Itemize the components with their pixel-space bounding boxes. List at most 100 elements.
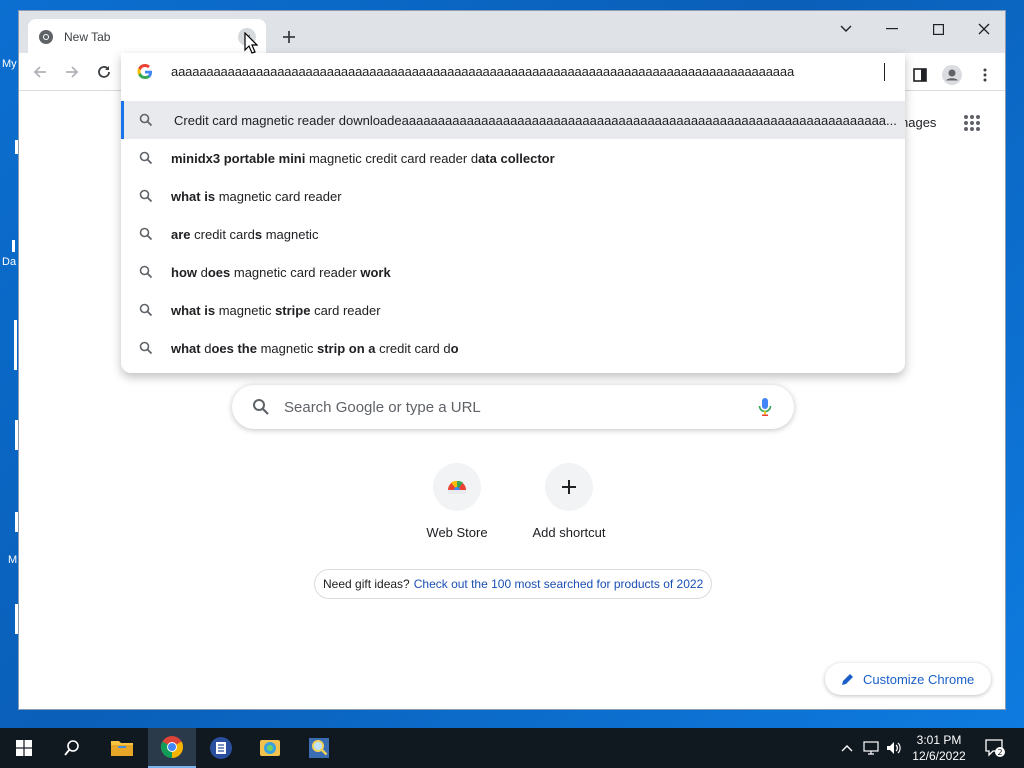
taskbar: 3:01 PM 12/6/2022 2 — [0, 728, 1024, 768]
chrome-icon — [161, 736, 183, 758]
promo-link[interactable]: Check out the 100 most searched for prod… — [414, 577, 704, 591]
title-bar: New Tab × — [19, 11, 1007, 55]
mouse-cursor-icon — [244, 32, 258, 54]
suggestion-text-part: oes the — [211, 340, 257, 356]
desktop-icon-edge — [12, 240, 15, 252]
forward-icon — [66, 66, 79, 78]
maximize-icon — [932, 23, 944, 35]
shortcut-label: Add shortcut — [532, 525, 606, 540]
omnibox-dropdown: aaaaaaaaaaaaaaaaaaaaaaaaaaaaaaaaaaaaaaaa… — [121, 53, 905, 373]
back-button[interactable] — [27, 59, 53, 85]
images-link[interactable]: nages — [901, 115, 936, 130]
suggestion-text-part: strip on a — [316, 340, 376, 356]
omnibox-suggestion[interactable]: what does the magnetic strip on a credit… — [121, 329, 905, 367]
maximize-button[interactable] — [915, 15, 961, 43]
customize-chrome-button[interactable]: Customize Chrome — [825, 663, 991, 695]
volume-button[interactable] — [884, 728, 904, 768]
omnibox-suggestion[interactable]: what is magnetic stripe card reader — [121, 291, 905, 329]
reload-button[interactable] — [91, 59, 117, 85]
ntp-search-box[interactable]: Search Google or type a URL — [232, 385, 794, 429]
minimize-button[interactable] — [869, 15, 915, 43]
address-bar[interactable]: aaaaaaaaaaaaaaaaaaaaaaaaaaaaaaaaaaaaaaaa… — [121, 53, 905, 91]
google-icon — [137, 64, 152, 79]
promo-text: Need gift ideas? — [323, 577, 410, 591]
tab-search-button[interactable] — [823, 15, 869, 43]
network-icon — [863, 741, 879, 755]
start-button[interactable] — [0, 728, 48, 768]
suggestion-text-part: o — [450, 340, 459, 356]
promo-chip[interactable]: Need gift ideas? Check out the 100 most … — [314, 569, 713, 599]
taskbar-file-explorer[interactable] — [98, 728, 146, 768]
notification-center-button[interactable]: 2 — [980, 728, 1010, 768]
omnibox-suggestion[interactable]: Credit card magnetic reader downloadeaaa… — [121, 101, 905, 139]
suggestion-text-part: card reader — [310, 302, 381, 318]
suggestion-text: what does the magnetic strip on a credit… — [171, 341, 895, 356]
apps-icon[interactable] — [963, 114, 981, 132]
suggestion-text-part: how — [171, 264, 197, 280]
suggestion-text-part: magnetic card reader — [215, 188, 342, 204]
suggestion-text-part: s — [254, 226, 263, 242]
notification-count: 2 — [997, 748, 1002, 757]
desktop-label: My — [2, 58, 17, 70]
omnibox-suggestion[interactable]: minidx3 portable mini magnetic credit ca… — [121, 139, 905, 177]
show-hidden-icons-button[interactable] — [838, 728, 856, 768]
search-icon — [64, 740, 79, 756]
clock-date: 12/6/2022 — [912, 749, 966, 763]
shortcut-label: Web Store — [426, 525, 488, 540]
network-button[interactable] — [860, 728, 882, 768]
suggestion-text: what is magnetic stripe card reader — [171, 303, 895, 318]
close-icon — [978, 23, 990, 35]
side-panel-icon — [913, 68, 927, 82]
taskbar-app[interactable] — [197, 728, 245, 768]
suggestion-text-part: credit card — [190, 226, 255, 242]
taskbar-control-panel[interactable] — [246, 728, 294, 768]
suggestion-text-part: magnetic — [256, 340, 317, 356]
omnibox-suggestion[interactable]: are credit cards magnetic — [121, 215, 905, 253]
omnibox-suggestion[interactable]: how does magnetic card reader work — [121, 253, 905, 291]
address-input[interactable]: aaaaaaaaaaaaaaaaaaaaaaaaaaaaaaaaaaaaaaaa… — [171, 64, 887, 82]
tab-title: New Tab — [64, 30, 111, 44]
search-icon — [139, 265, 153, 279]
suggestion-text-part: stripe — [275, 302, 311, 318]
suggestion-text-part: what is — [171, 188, 216, 204]
search-icon — [139, 341, 153, 355]
taskbar-search-button[interactable] — [48, 728, 96, 768]
notification-icon: 2 — [985, 739, 1005, 757]
browser-window: New Tab × — [18, 10, 1006, 710]
suggestion-text-part: d — [197, 264, 208, 280]
desktop-label: Da — [2, 256, 17, 268]
profile-button[interactable] — [940, 63, 964, 87]
plus-icon — [283, 31, 295, 43]
suggestion-text: Credit card magnetic reader downloadeaaa… — [174, 113, 898, 128]
suggestion-text-part: d — [200, 340, 212, 356]
magnifier-icon — [309, 738, 329, 758]
tab-new-tab[interactable]: New Tab × — [28, 19, 266, 55]
search-icon — [139, 113, 153, 127]
suggestion-text: are credit cards magnetic — [171, 227, 895, 242]
suggestion-text-part: oes — [207, 264, 231, 280]
taskbar-clock[interactable]: 3:01 PM 12/6/2022 — [906, 732, 972, 764]
pencil-icon — [842, 674, 853, 685]
forward-button[interactable] — [59, 59, 85, 85]
shortcut-web-store[interactable]: Web Store — [401, 463, 513, 559]
menu-button[interactable] — [973, 63, 997, 87]
suggestion-text-part: work — [360, 264, 391, 280]
close-window-button[interactable] — [961, 15, 1007, 43]
side-panel-button[interactable] — [908, 63, 932, 87]
customize-label: Customize Chrome — [863, 671, 975, 687]
text-caret — [884, 63, 885, 81]
new-tab-button[interactable] — [277, 25, 301, 49]
search-icon — [139, 227, 153, 241]
app-icon — [210, 737, 232, 759]
taskbar-chrome[interactable] — [148, 728, 196, 768]
file-explorer-icon — [111, 741, 133, 756]
search-icon — [139, 151, 153, 165]
desktop-label: M — [8, 554, 18, 566]
suggestion-text-part: ata collector — [478, 150, 555, 166]
microphone-icon[interactable] — [758, 397, 772, 417]
menu-icon — [983, 68, 987, 82]
omnibox-suggestion[interactable]: what is magnetic card reader — [121, 177, 905, 215]
taskbar-magnifier[interactable] — [295, 728, 343, 768]
tab-search-icon — [840, 25, 852, 32]
add-shortcut-button[interactable]: Add shortcut — [513, 463, 625, 559]
